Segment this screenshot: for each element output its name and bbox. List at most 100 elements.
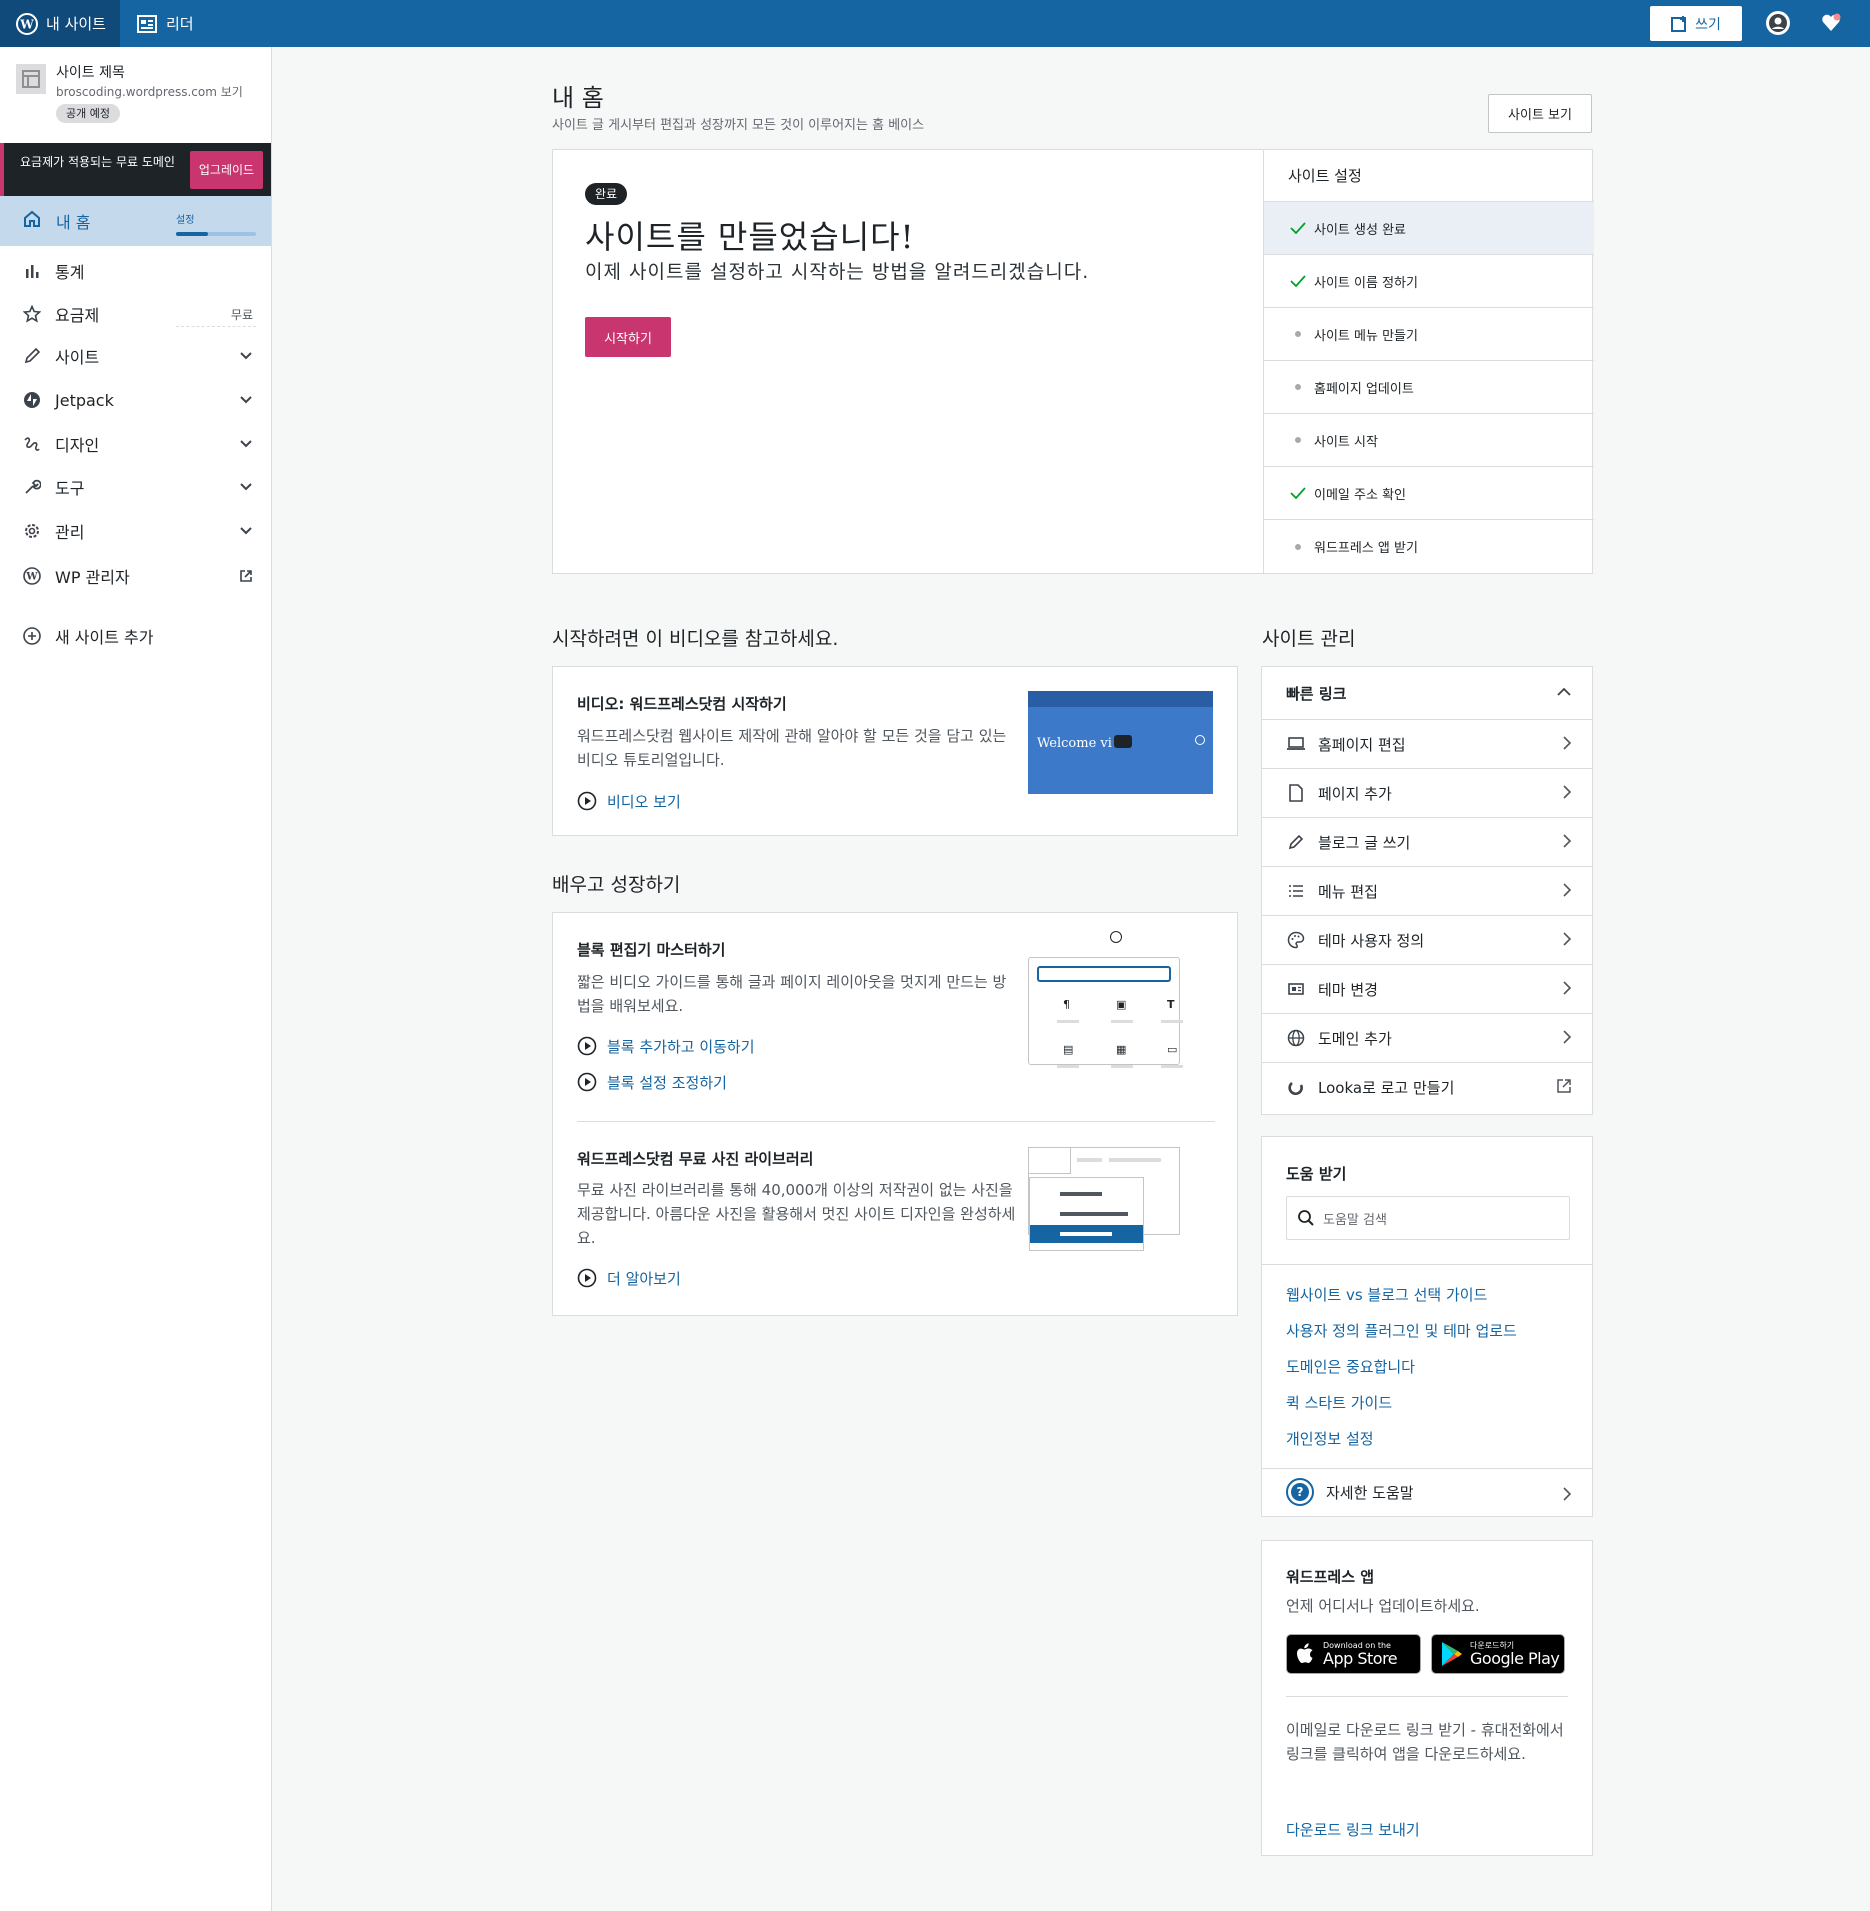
more-help-link[interactable]: ? 자세한 도움말 <box>1286 1478 1414 1506</box>
sidebar-item-manage[interactable]: 관리 <box>0 513 271 549</box>
checklist-item[interactable]: 사이트 메뉴 만들기 <box>1264 308 1594 361</box>
checklist-item[interactable]: 워드프레스 앱 받기 <box>1264 520 1594 573</box>
help-link[interactable]: 웹사이트 vs 블로그 선택 가이드 <box>1286 1284 1487 1305</box>
placeholder-line <box>1077 1158 1102 1162</box>
globe-icon <box>1286 1028 1306 1048</box>
chevron-down-icon <box>239 338 253 374</box>
help-search-input[interactable]: 도움말 검색 <box>1286 1196 1570 1240</box>
list-icon <box>1286 881 1306 901</box>
help-link[interactable]: 도메인은 중요합니다 <box>1286 1356 1415 1377</box>
quick-link-customize-theme[interactable]: 테마 사용자 정의 <box>1262 916 1592 965</box>
learn-more-link[interactable]: 더 알아보기 <box>577 1267 681 1289</box>
photo-library-description: 무료 사진 라이브러리를 통해 40,000개 이상의 저작권이 없는 사진을 … <box>577 1181 1016 1247</box>
checklist-item[interactable]: 사이트 생성 완료 <box>1264 202 1594 255</box>
pending-dot-icon <box>1288 331 1308 337</box>
google-play-button[interactable]: 다운로드하기 Google Play <box>1431 1634 1565 1674</box>
sidebar-item-label: 도구 <box>55 479 85 498</box>
chevron-down-icon <box>239 513 253 549</box>
divider <box>1262 1468 1592 1469</box>
block-editor-illustration: ¶ ▣ T ▤ ▦ ▭ <box>1028 957 1183 1068</box>
google-play-big: Google Play <box>1470 1648 1560 1668</box>
checklist-item-label: 사이트 메뉴 만들기 <box>1314 328 1418 344</box>
notifications-icon[interactable] <box>1818 10 1844 36</box>
video-description: 워드프레스닷컴 웹사이트 제작에 관해 알아야 할 모든 것을 담고 있는 비디… <box>577 727 1007 769</box>
sidebar-item-label: 내 홈 <box>56 213 91 232</box>
write-button[interactable]: 쓰기 <box>1650 6 1742 41</box>
sidebar-item-site[interactable]: 사이트 <box>0 338 271 374</box>
setup-progress-fill <box>176 232 208 236</box>
pencil-icon <box>22 346 42 366</box>
page-subtitle: 사이트 글 게시부터 편집과 성장까지 모든 것이 이루어지는 홈 베이스 <box>552 118 925 133</box>
help-link[interactable]: 사용자 정의 플러그인 및 테마 업로드 <box>1286 1320 1517 1341</box>
quick-link-write-post[interactable]: 블로그 글 쓰기 <box>1262 818 1592 867</box>
checklist-item-label: 사이트 이름 정하기 <box>1314 275 1418 291</box>
quick-link-looka-logo[interactable]: Looka로 로고 만들기 <box>1262 1063 1592 1112</box>
checklist-title: 사이트 설정 <box>1264 149 1594 202</box>
quick-link-add-page[interactable]: 페이지 추가 <box>1262 769 1592 818</box>
sidebar-item-add-site[interactable]: 새 사이트 추가 <box>0 618 271 654</box>
chevron-up-icon <box>1556 684 1572 702</box>
sidebar-item-tools[interactable]: 도구 <box>0 469 271 505</box>
top-bar: W 내 사이트 리더 쓰기 <box>0 0 1870 47</box>
placeholder-line <box>1111 1065 1133 1068</box>
help-link[interactable]: 퀵 스타트 가이드 <box>1286 1392 1392 1413</box>
chevron-right-icon <box>1562 1486 1572 1506</box>
quick-links-header[interactable]: 빠른 링크 <box>1262 667 1592 720</box>
checklist-item[interactable]: 사이트 이름 정하기 <box>1264 255 1594 308</box>
placeholder-line <box>1057 1020 1079 1023</box>
send-download-link[interactable]: 다운로드 링크 보내기 <box>1286 1819 1420 1840</box>
search-placeholder: 도움말 검색 <box>1323 1212 1387 1228</box>
done-badge: 완료 <box>585 183 628 205</box>
launch-heading: 사이트를 만들었습니다! <box>585 218 915 256</box>
svg-text:W: W <box>25 572 38 583</box>
sidebar-item-home[interactable]: 내 홈 설정 <box>0 196 271 246</box>
block-editor-description: 짧은 비디오 가이드를 통해 글과 페이지 레이아웃을 멋지게 만드는 방법을 … <box>577 973 1007 1015</box>
domain-upsell: 요금제가 적용되는 무료 도메인 업그레이드 <box>0 143 271 196</box>
write-icon <box>1671 15 1687 32</box>
checklist-item-label: 이메일 주소 확인 <box>1314 487 1406 503</box>
view-site-button[interactable]: 사이트 보기 <box>1488 94 1592 133</box>
avatar[interactable] <box>1766 11 1790 35</box>
watch-video-link[interactable]: 비디오 보기 <box>577 790 681 812</box>
sidebar-item-wp-admin[interactable]: W WP 관리자 <box>0 558 271 594</box>
quick-link-edit-homepage[interactable]: 홈페이지 편집 <box>1262 720 1592 769</box>
sidebar-item-plans[interactable]: 요금제 무료 <box>0 296 271 332</box>
quick-links-card: 빠른 링크 홈페이지 편집 페이지 추가 블로그 글 쓰기 메뉴 편집 테마 사… <box>1261 666 1593 1115</box>
reader-tab[interactable]: 리더 <box>136 0 194 47</box>
quick-link-add-domain[interactable]: 도메인 추가 <box>1262 1014 1592 1063</box>
upgrade-button[interactable]: 업그레이드 <box>190 151 263 189</box>
heading-icon: T <box>1167 998 1175 1011</box>
video-thumbnail[interactable]: Welcome vi <box>1028 691 1213 794</box>
video-section-heading: 시작하려면 이 비디오를 참고하세요. <box>552 628 839 650</box>
quick-link-change-theme[interactable]: 테마 변경 <box>1262 965 1592 1014</box>
site-card[interactable]: 사이트 제목 broscoding.wordpress.com 보기 공개 예정 <box>0 47 271 143</box>
sidebar-item-jetpack[interactable]: Jetpack <box>0 382 271 418</box>
sidebar-item-stats[interactable]: 통계 <box>0 253 271 289</box>
divider <box>1262 1264 1592 1265</box>
site-url[interactable]: broscoding.wordpress.com 보기 <box>56 83 243 100</box>
my-site-tab[interactable]: W 내 사이트 <box>0 0 120 47</box>
more-help-label: 자세한 도움말 <box>1326 1483 1414 1502</box>
add-move-blocks-link[interactable]: 블록 추가하고 이동하기 <box>577 1035 755 1057</box>
checklist-item[interactable]: 이메일 주소 확인 <box>1264 467 1594 520</box>
illustration-input <box>1037 966 1171 982</box>
play-circle-icon <box>577 1072 597 1092</box>
get-started-button[interactable]: 시작하기 <box>585 317 671 357</box>
app-store-button[interactable]: Download on the App Store <box>1286 1634 1421 1674</box>
photo-library-illustration <box>1028 1147 1180 1251</box>
checklist-item[interactable]: 홈페이지 업데이트 <box>1264 361 1594 414</box>
placeholder-line <box>1060 1232 1112 1236</box>
block-settings-link[interactable]: 블록 설정 조정하기 <box>577 1071 727 1093</box>
quick-link-edit-menu[interactable]: 메뉴 편집 <box>1262 867 1592 916</box>
sidebar-item-design[interactable]: 디자인 <box>0 426 271 462</box>
external-link-icon <box>1556 1078 1572 1098</box>
sidebar-item-label: 사이트 <box>55 348 100 367</box>
sidebar-item-label: WP 관리자 <box>55 568 130 587</box>
learn-card: 블록 편집기 마스터하기 짧은 비디오 가이드를 통해 글과 페이지 레이아웃을… <box>552 912 1238 1316</box>
app-description: 이메일로 다운로드 링크 받기 - 휴대전화에서 링크를 클릭하여 앱을 다운로… <box>1286 1721 1564 1763</box>
checklist-item[interactable]: 사이트 시작 <box>1264 414 1594 467</box>
site-icon <box>16 64 46 94</box>
placeholder-line <box>1161 1065 1183 1068</box>
placeholder-line <box>1161 1020 1183 1023</box>
help-link[interactable]: 개인정보 설정 <box>1286 1428 1374 1449</box>
